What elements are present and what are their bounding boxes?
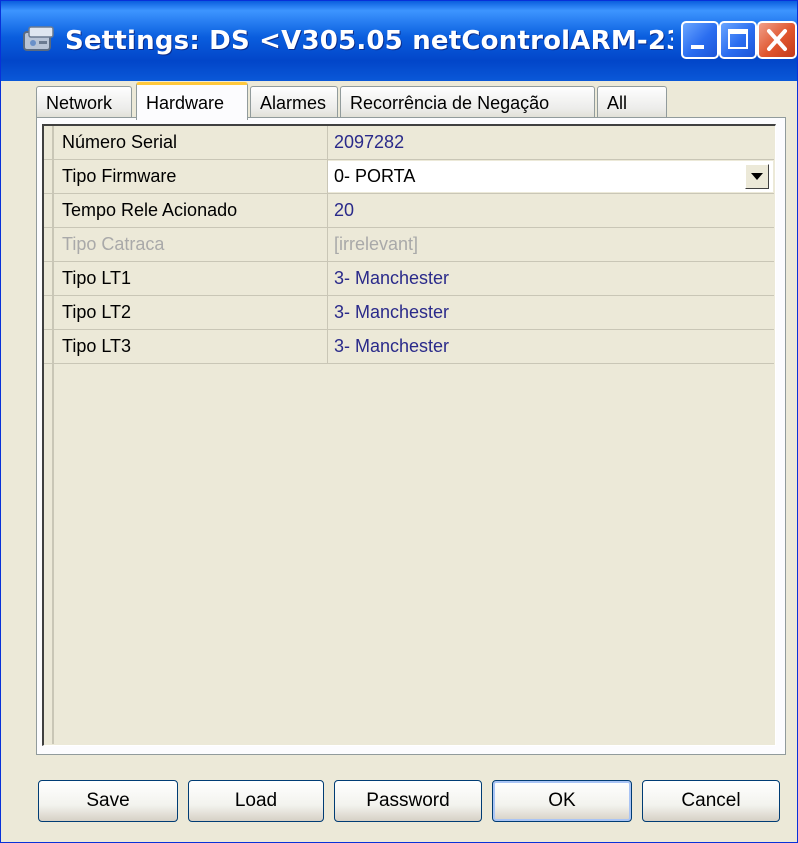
ok-button[interactable]: OK	[492, 780, 632, 822]
tab-alarmes[interactable]: Alarmes	[250, 86, 338, 118]
tab-network[interactable]: Network	[36, 86, 132, 118]
tab-recorrencia-de-negacao[interactable]: Recorrência de Negação	[340, 86, 595, 118]
app-icon	[23, 26, 54, 51]
column-divider	[327, 262, 328, 295]
property-row-tipo-lt1[interactable]: Tipo LT1 3- Manchester	[44, 262, 774, 296]
tab-hardware[interactable]: Hardware	[136, 82, 248, 120]
minimize-button[interactable]	[681, 21, 719, 59]
property-row-numero-serial[interactable]: Número Serial 2097282	[44, 126, 774, 160]
property-name: Tipo Firmware	[62, 166, 177, 186]
property-value: 20	[334, 200, 355, 220]
column-divider	[327, 194, 328, 227]
tab-all[interactable]: All	[597, 86, 667, 118]
settings-dialog: Settings: DS <V305.05 netControlARM-2378…	[0, 0, 798, 843]
property-value: 0- PORTA	[334, 166, 416, 186]
tab-label: Recorrência de Negação	[350, 93, 550, 113]
dropdown-button[interactable]	[745, 164, 769, 189]
property-row-tipo-firmware[interactable]: Tipo Firmware 0- PORTA	[44, 160, 774, 194]
property-row-tempo-rele-acionado[interactable]: Tempo Rele Acionado 20	[44, 194, 774, 228]
cancel-button[interactable]: Cancel	[642, 780, 780, 822]
close-button[interactable]	[757, 21, 797, 59]
property-value: 3- Manchester	[334, 268, 450, 288]
maximize-icon	[728, 29, 748, 49]
property-value: 2097282	[334, 132, 405, 152]
chevron-down-icon	[751, 173, 763, 180]
property-row-tipo-lt2[interactable]: Tipo LT2 3- Manchester	[44, 296, 774, 330]
property-row-tipo-lt3[interactable]: Tipo LT3 3- Manchester	[44, 330, 774, 364]
tab-label: Network	[46, 93, 113, 113]
load-button[interactable]: Load	[188, 780, 324, 822]
save-button[interactable]: Save	[38, 780, 178, 822]
column-divider	[327, 330, 328, 363]
property-name: Tipo LT3	[62, 336, 132, 356]
close-icon	[767, 29, 787, 51]
property-name: Tipo Catraca	[62, 234, 165, 254]
title-bar[interactable]: Settings: DS <V305.05 netControlARM-2378…	[1, 1, 797, 81]
property-value: [irrelevant]	[334, 234, 419, 254]
property-grid[interactable]: Número Serial 2097282 Tipo Firmware 0- P…	[42, 124, 776, 746]
column-divider	[327, 126, 328, 159]
property-value: 3- Manchester	[334, 336, 450, 356]
tab-panel-hardware: Número Serial 2097282 Tipo Firmware 0- P…	[36, 117, 786, 755]
tab-label: All	[607, 93, 628, 113]
password-button[interactable]: Password	[334, 780, 482, 822]
window-title: Settings: DS <V305.05 netControlARM-2378…	[65, 26, 673, 56]
tab-label: Alarmes	[260, 93, 327, 113]
property-row-tipo-catraca: Tipo Catraca [irrelevant]	[44, 228, 774, 262]
property-value: 3- Manchester	[334, 302, 450, 322]
column-divider	[327, 228, 328, 261]
minimize-icon	[691, 45, 704, 49]
property-name: Tempo Rele Acionado	[62, 200, 238, 220]
maximize-button[interactable]	[719, 21, 757, 59]
property-name: Tipo LT2	[62, 302, 132, 322]
property-name: Número Serial	[62, 132, 178, 152]
tab-label: Hardware	[146, 93, 225, 113]
property-name: Tipo LT1	[62, 268, 132, 288]
column-divider	[327, 296, 328, 329]
